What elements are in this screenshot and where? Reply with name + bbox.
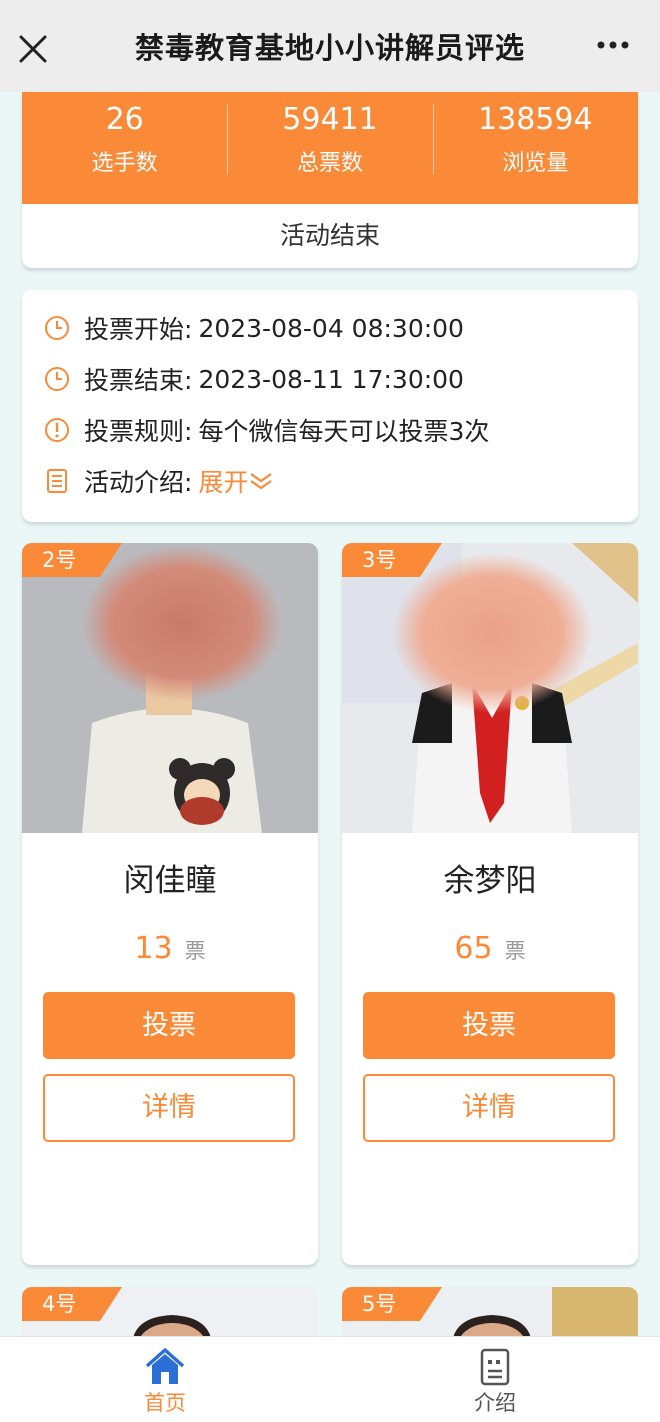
chevron-double-down-icon	[250, 473, 273, 490]
stat-label: 浏览量	[502, 151, 569, 176]
more-icon[interactable]	[596, 40, 630, 50]
bottom-nav: 首页 介绍	[0, 1336, 660, 1422]
stat-value: 26	[105, 102, 144, 137]
clock-icon	[45, 367, 69, 391]
stat-value: 59411	[282, 102, 378, 137]
vote-end-label: 投票结束:	[84, 366, 193, 395]
vote-count: 13 票	[22, 931, 318, 966]
stats-card: 26 选手数 59411 总票数 138594 浏览量 活动结束	[22, 92, 638, 268]
activity-intro-row: 活动介绍: 展开	[44, 461, 274, 501]
vote-button[interactable]: 投票	[43, 992, 295, 1059]
close-icon[interactable]	[18, 34, 48, 64]
nav-label-intro: 介绍	[474, 1391, 516, 1415]
stat-label: 选手数	[91, 151, 158, 176]
info-card: 投票开始: 2023-08-04 08:30:00 投票结束: 2023-08-…	[22, 290, 638, 522]
expand-button[interactable]: 展开	[198, 463, 274, 499]
stat-contestants: 26 选手数	[22, 92, 227, 204]
contestant-card[interactable]: 3号 余梦阳 65 票 投票 详情	[342, 543, 638, 1265]
vote-start-row: 投票开始: 2023-08-04 08:30:00	[44, 308, 464, 348]
info-icon	[45, 418, 69, 442]
contestant-photo[interactable]	[22, 543, 318, 833]
vote-count-unit: 票	[184, 939, 206, 963]
expand-label: 展开	[198, 468, 249, 497]
document-icon	[47, 469, 67, 493]
stat-label: 总票数	[296, 151, 363, 176]
page-title: 禁毒教育基地小小讲解员评选	[134, 31, 525, 65]
stats-row: 26 选手数 59411 总票数 138594 浏览量	[22, 92, 638, 204]
vote-start-value: 2023-08-04 08:30:00	[198, 313, 464, 343]
detail-button[interactable]: 详情	[363, 1074, 615, 1142]
vote-start-label: 投票开始:	[84, 315, 193, 344]
nav-item-intro[interactable]: 介绍	[330, 1337, 660, 1422]
vote-end-value: 2023-08-11 17:30:00	[198, 364, 464, 394]
nav-item-home[interactable]: 首页	[0, 1337, 330, 1422]
stat-total-votes: 59411 总票数	[227, 92, 432, 204]
clock-icon	[45, 316, 69, 340]
vote-rule-label: 投票规则:	[84, 417, 193, 446]
home-icon	[145, 1348, 185, 1384]
contestant-name: 闵佳瞳	[123, 863, 217, 899]
top-bar: 禁毒教育基地小小讲解员评选	[0, 0, 660, 92]
contestant-card[interactable]: 2号 闵佳瞳 13 票 投票 详情	[22, 543, 318, 1265]
vote-rule-row: 投票规则: 每个微信每天可以投票3次	[44, 410, 489, 450]
vote-button[interactable]: 投票	[363, 992, 615, 1059]
activity-intro-label: 活动介绍:	[84, 468, 193, 497]
stat-views: 138594 浏览量	[432, 92, 638, 204]
vote-rule-value: 每个微信每天可以投票3次	[198, 417, 490, 446]
activity-status: 活动结束	[279, 221, 380, 250]
contestant-name: 余梦阳	[443, 863, 537, 899]
contestant-photo[interactable]	[342, 543, 638, 833]
stat-value: 138594	[478, 102, 593, 137]
vote-count-value: 65	[454, 931, 493, 966]
vote-count-unit: 票	[504, 939, 526, 963]
vote-count-value: 13	[134, 931, 173, 966]
vote-end-row: 投票结束: 2023-08-11 17:30:00	[44, 359, 464, 399]
vote-count: 65 票	[342, 931, 638, 966]
nav-label-home: 首页	[144, 1391, 186, 1415]
intro-icon	[480, 1348, 510, 1386]
detail-button[interactable]: 详情	[43, 1074, 295, 1142]
